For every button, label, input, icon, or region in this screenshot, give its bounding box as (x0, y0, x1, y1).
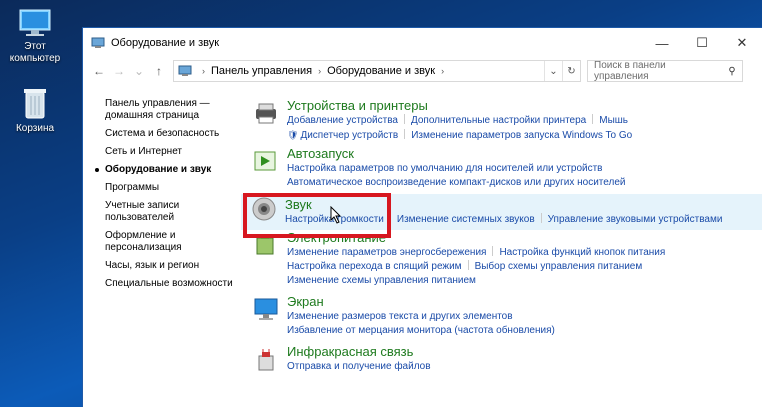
link-printer-settings[interactable]: Дополнительные настройки принтера (411, 115, 586, 126)
desktop-icon-this-pc[interactable]: Этот компьютер (2, 8, 68, 65)
link-autoplay-cds[interactable]: Автоматическое воспроизведение компакт-д… (287, 177, 625, 188)
refresh-button[interactable]: ↻ (562, 61, 580, 81)
breadcrumb-separator-icon: › (318, 66, 322, 76)
breadcrumb-control-panel[interactable]: Панель управления (211, 65, 312, 77)
recycle-bin-icon (24, 89, 46, 119)
autoplay-icon (254, 151, 276, 171)
desktop-icon-label: Корзина (15, 123, 55, 134)
recent-dropdown-button[interactable]: ⌄ (129, 60, 149, 82)
arrow-right-icon: → (113, 64, 125, 78)
section-sound: Звук Настройка громкости Изменение систем… (241, 194, 762, 230)
forward-button[interactable]: → (109, 60, 129, 82)
shield-icon: 🛡 (287, 130, 299, 140)
computer-icon (19, 9, 51, 36)
section-title[interactable]: Электропитание (287, 230, 762, 246)
power-icon (256, 234, 274, 255)
nav-user-accounts[interactable]: Учетные записи пользователей (105, 200, 235, 224)
search-input[interactable]: Поиск в панели управления ⚲ (587, 60, 743, 82)
link-choose-plan[interactable]: Выбор схемы управления питанием (475, 261, 643, 272)
title-bar[interactable]: Оборудование и звук — ☐ ✕ (83, 28, 762, 58)
refresh-icon: ↻ (567, 65, 576, 77)
mouse-cursor-icon (330, 206, 342, 224)
section-power: Электропитание Изменение параметров энер… (243, 230, 762, 294)
link-device-manager[interactable]: Диспетчер устройств (300, 130, 398, 141)
address-bar[interactable]: › Панель управления › Оборудование и зву… (173, 60, 581, 82)
section-title[interactable]: Автозапуск (287, 146, 762, 162)
desktop-icon-label: Этот компьютер (9, 41, 61, 64)
chevron-down-icon: ⌄ (549, 65, 558, 77)
link-autoplay-defaults[interactable]: Настройка параметров по умолчанию для но… (287, 163, 602, 174)
nav-network-internet[interactable]: Сеть и Интернет (105, 146, 235, 158)
link-send-receive-files[interactable]: Отправка и получение файлов (287, 361, 431, 372)
infrared-icon (258, 349, 274, 371)
address-dropdown-button[interactable]: ⌄ (544, 61, 562, 81)
section-infrared: Инфракрасная связь Отправка и получение … (243, 344, 762, 380)
breadcrumb-hardware-sound[interactable]: Оборудование и звук (327, 65, 435, 77)
nav-programs[interactable]: Программы (105, 182, 235, 194)
arrow-up-icon: ↑ (156, 64, 162, 78)
section-devices-printers: Устройства и принтеры Добавление устройс… (243, 98, 762, 146)
monitor-icon (254, 298, 278, 320)
section-title[interactable]: Звук (285, 197, 762, 213)
speaker-icon (252, 197, 276, 221)
link-add-device[interactable]: Добавление устройства (287, 115, 398, 126)
link-sleep[interactable]: Настройка перехода в спящий режим (287, 261, 462, 272)
printer-icon (256, 103, 276, 124)
link-sound-devices[interactable]: Управление звуковыми устройствами (548, 214, 723, 225)
left-navigation: Панель управления — домашняя страница Си… (95, 98, 235, 296)
breadcrumb-separator-icon: › (441, 66, 445, 76)
link-edit-plan[interactable]: Изменение схемы управления питанием (287, 275, 476, 286)
window-title: Оборудование и звук (111, 37, 220, 49)
search-icon[interactable]: ⚲ (722, 66, 742, 77)
section-autoplay: Автозапуск Настройка параметров по умолч… (243, 146, 762, 194)
address-row: ← → ⌄ ↑ › Панель управления › Оборудован… (83, 58, 762, 84)
nav-ease-of-access[interactable]: Специальные возможности (105, 278, 235, 290)
link-refresh-rate[interactable]: Избавление от мерцания монитора (частота… (287, 325, 555, 336)
link-system-sounds[interactable]: Изменение системных звуков (397, 214, 535, 225)
nav-control-panel-home[interactable]: Панель управления — домашняя страница (105, 98, 235, 122)
main-content: Устройства и принтеры Добавление устройс… (241, 98, 762, 380)
up-button[interactable]: ↑ (149, 60, 169, 82)
breadcrumb-separator-icon: › (202, 66, 205, 76)
section-title[interactable]: Экран (287, 294, 762, 310)
control-panel-window: Оборудование и звук — ☐ ✕ ← → ⌄ ↑ › Пане… (82, 27, 762, 407)
section-title[interactable]: Инфракрасная связь (287, 344, 762, 360)
section-display: Экран Изменение размеров текста и других… (243, 294, 762, 344)
nav-system-security[interactable]: Система и безопасность (105, 128, 235, 140)
back-button[interactable]: ← (89, 60, 109, 82)
link-power-saving[interactable]: Изменение параметров энергосбережения (287, 247, 486, 258)
link-text-size[interactable]: Изменение размеров текста и других элеме… (287, 311, 513, 322)
nav-clock-region[interactable]: Часы, язык и регион (105, 260, 235, 272)
control-panel-icon (91, 37, 105, 48)
search-placeholder: Поиск в панели управления (594, 60, 666, 82)
nav-appearance[interactable]: Оформление и персонализация (105, 230, 235, 254)
section-title[interactable]: Устройства и принтеры (287, 98, 762, 114)
link-windows-to-go[interactable]: Изменение параметров запуска Windows To … (411, 130, 632, 141)
close-button[interactable]: ✕ (722, 28, 762, 58)
link-power-buttons[interactable]: Настройка функций кнопок питания (499, 247, 665, 258)
maximize-button[interactable]: ☐ (682, 28, 722, 58)
link-mouse[interactable]: Мышь (599, 115, 628, 126)
chevron-down-icon: ⌄ (133, 64, 145, 78)
minimize-button[interactable]: — (642, 28, 682, 58)
nav-hardware-sound[interactable]: Оборудование и звук (95, 164, 235, 176)
control-panel-icon (178, 65, 192, 76)
arrow-left-icon: ← (93, 64, 105, 78)
desktop-icon-recycle-bin[interactable]: Корзина (2, 86, 68, 135)
